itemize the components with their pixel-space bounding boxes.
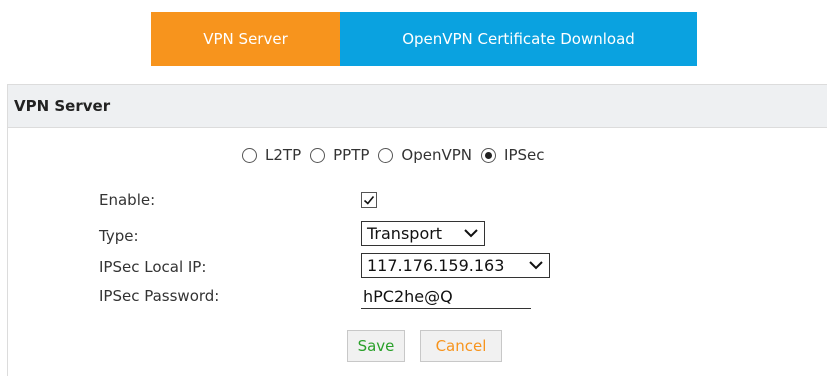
radio-pptp-label: PPTP [333,146,370,164]
ipsec-local-ip-label: IPSec Local IP: [99,258,207,276]
radio-l2tp-label: L2TP [265,146,302,164]
radio-pptp[interactable]: PPTP [310,146,369,164]
chevron-down-icon [463,226,479,242]
radio-openvpn[interactable]: OpenVPN [378,146,472,164]
tab-bar: VPN Server OpenVPN Certificate Download [151,12,697,66]
type-select-value: Transport [367,224,443,243]
radio-ipsec[interactable]: IPSec [481,146,544,164]
ipsec-local-ip-value: 117.176.159.163 [367,256,505,275]
tab-vpn-server[interactable]: VPN Server [151,12,340,66]
radio-openvpn-circle[interactable] [378,147,394,163]
radio-openvpn-label: OpenVPN [401,146,473,164]
save-button[interactable]: Save [347,330,405,362]
ipsec-local-ip-select[interactable]: 117.176.159.163 [361,253,550,278]
chevron-down-icon [528,258,544,274]
radio-pptp-circle[interactable] [310,147,326,163]
radio-ipsec-label: IPSec [504,146,545,164]
type-label: Type: [99,227,139,245]
panel-title: VPN Server [8,85,827,128]
cancel-button[interactable]: Cancel [420,330,502,362]
ipsec-password-label: IPSec Password: [99,287,220,305]
protocol-radio-group: L2TP PPTP OpenVPN IPSec [242,145,553,165]
enable-label: Enable: [99,191,156,209]
tab-openvpn-certificate-download[interactable]: OpenVPN Certificate Download [340,12,697,66]
type-select[interactable]: Transport [361,221,485,246]
radio-l2tp[interactable]: L2TP [242,146,301,164]
radio-ipsec-circle[interactable] [481,147,497,163]
ipsec-password-value: hPC2he@Q [363,287,453,306]
radio-l2tp-circle[interactable] [242,147,257,163]
ipsec-password-input[interactable]: hPC2he@Q [361,285,531,309]
checkmark-icon [363,195,375,205]
enable-checkbox[interactable] [361,192,377,208]
